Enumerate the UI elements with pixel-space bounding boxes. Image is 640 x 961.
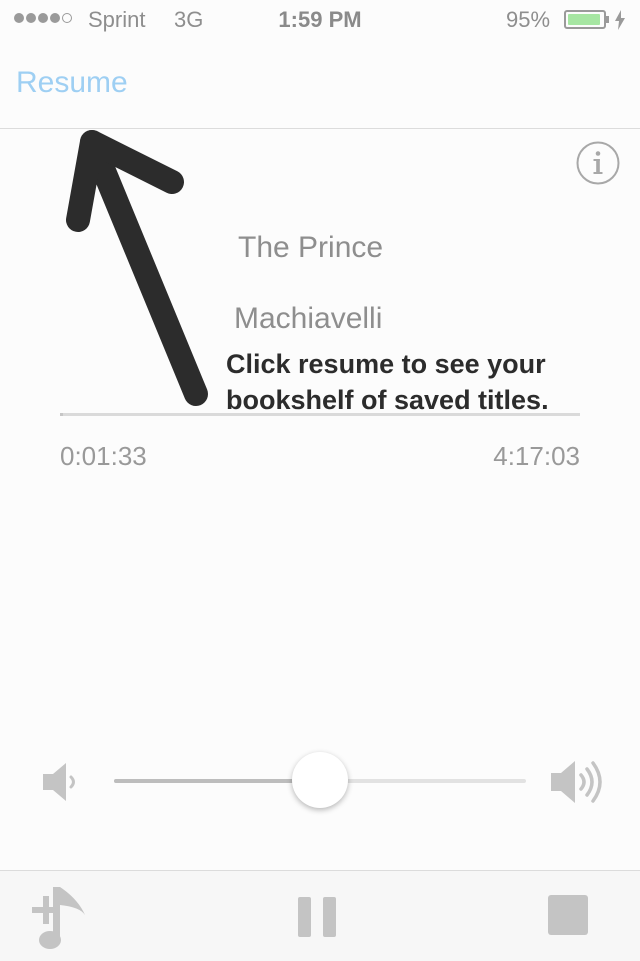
total-time: 4:17:03 (493, 441, 580, 471)
battery-nub (606, 16, 609, 23)
tutorial-tip: Click resume to see your bookshelf of sa… (226, 346, 549, 418)
book-title: The Prince (238, 231, 384, 264)
resume-button[interactable]: Resume (16, 66, 128, 100)
info-icon[interactable] (576, 141, 620, 185)
status-bar: Sprint 3G 1:59 PM 95% (0, 0, 640, 40)
battery-icon (564, 10, 606, 29)
stop-icon[interactable] (548, 895, 588, 935)
charging-icon (615, 10, 625, 30)
volume-high-icon (551, 761, 602, 803)
volume-slider-fill (114, 779, 320, 783)
elapsed-time: 0:01:33 (60, 441, 147, 471)
navigation-bar: Resume (0, 40, 640, 129)
volume-slider-thumb[interactable] (292, 752, 348, 808)
pause-icon[interactable] (296, 895, 338, 939)
battery-fill (568, 14, 601, 25)
book-author: Machiavelli (234, 302, 383, 335)
battery-percent: 95% (506, 7, 551, 32)
playback-progress-fill (60, 413, 64, 416)
volume-low-icon (43, 763, 75, 801)
add-music-icon[interactable] (30, 885, 90, 951)
pointer-arrow (66, 130, 208, 406)
tutorial-tip-line-1: Click resume to see your (226, 349, 546, 379)
tutorial-tip-line-2: bookshelf of saved titles. (226, 385, 549, 415)
bottom-toolbar (0, 870, 640, 961)
